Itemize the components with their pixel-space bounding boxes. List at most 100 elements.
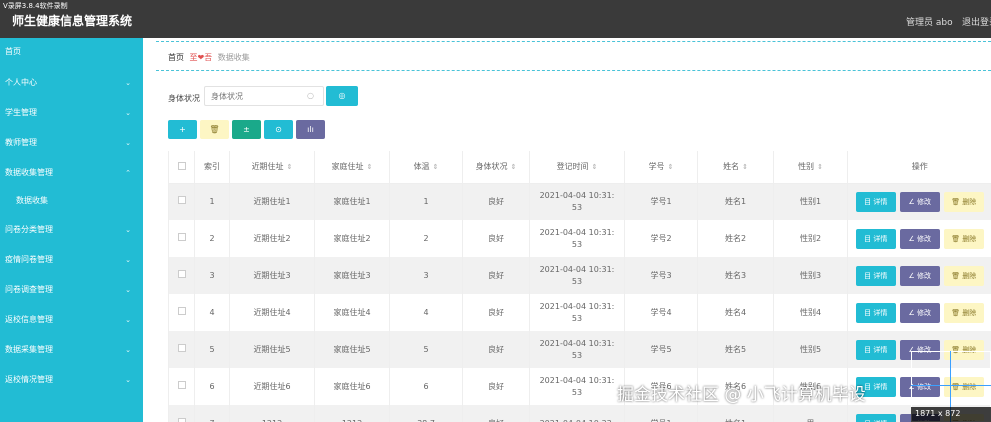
stats-button[interactable]: ılı <box>296 120 325 139</box>
sidebar-item-0[interactable]: 首页 <box>0 41 143 63</box>
cell-time-date: 2021-04-04 10:31: <box>539 301 615 311</box>
detail-button[interactable]: 目 详情 <box>855 339 896 360</box>
cell-recent: 近期住址4 <box>229 294 315 331</box>
column-header-2[interactable]: 家庭住址 ⇕ <box>314 151 390 184</box>
row-select-cell <box>168 183 195 220</box>
sidebar-item-5[interactable]: 数据收集 <box>0 190 143 212</box>
cell-gender: 性别4 <box>773 294 848 331</box>
cell-name: 姓名2 <box>697 220 774 257</box>
column-header-3[interactable]: 体温 ⇕ <box>389 151 463 184</box>
sort-icon[interactable]: ⇕ <box>668 163 674 171</box>
sort-icon[interactable]: ⇕ <box>433 163 439 171</box>
cell-status: 良好 <box>462 405 530 422</box>
sidebar-item-4[interactable]: 数据收集管理 ⌃ <box>0 162 143 184</box>
table-row: 4 近期住址4 家庭住址4 4 良好 2021-04-04 10:31: 53 学号4 姓名4 性… <box>168 294 991 331</box>
sort-icon[interactable]: ⇕ <box>742 163 748 171</box>
cell-time-date: 2021-04-04 10:31: <box>539 264 615 274</box>
detail-button[interactable]: 目 详情 <box>855 228 896 249</box>
sidebar-item-1[interactable]: 个人中心 ⌄ <box>0 72 143 94</box>
row-checkbox[interactable] <box>177 417 186 422</box>
row-checkbox[interactable] <box>177 306 186 315</box>
sidebar-item-label: 教师管理 <box>5 138 37 147</box>
column-header-label: 登记时间 <box>556 162 589 172</box>
cell-actions: 目 详情∠ 修改🗑 删除 <box>847 183 991 220</box>
chevron-down-icon: ⌄ <box>125 286 131 294</box>
cell-temp: 1 <box>389 183 463 220</box>
export-button[interactable]: ± <box>232 120 261 139</box>
search-input[interactable] <box>204 86 324 106</box>
cell-temp: 2 <box>389 220 463 257</box>
table-row: 3 近期住址3 家庭住址3 3 良好 2021-04-04 10:31: 53 学号3 姓名3 性… <box>168 257 991 294</box>
cell-status: 良好 <box>462 183 530 220</box>
row-select-cell <box>168 405 195 422</box>
cell-index: 4 <box>194 294 230 331</box>
delete-button[interactable]: 🗑 删除 <box>943 228 984 249</box>
search-button[interactable]: ◎ <box>326 86 358 106</box>
cell-gender: 男 <box>773 405 848 422</box>
cell-home: 家庭住址6 <box>314 368 390 405</box>
cell-home: 家庭住址1 <box>314 183 390 220</box>
select-all-checkbox[interactable] <box>177 161 186 170</box>
sidebar-item-9[interactable]: 返校信息管理 ⌄ <box>0 309 143 331</box>
cell-time-seconds: 53 <box>571 276 583 286</box>
sort-icon[interactable]: ⇕ <box>511 163 517 171</box>
breadcrumb-home[interactable]: 首页 <box>168 53 184 62</box>
column-header-5[interactable]: 登记时间 ⇕ <box>529 151 625 184</box>
column-header-1[interactable]: 近期住址 ⇕ <box>229 151 315 184</box>
edit-button[interactable]: ∠ 修改 <box>899 265 940 286</box>
sidebar-item-3[interactable]: 教师管理 ⌄ <box>0 132 143 154</box>
column-header-label: 姓名 <box>723 162 740 172</box>
cell-sid: 学号2 <box>624 220 698 257</box>
cell-home: 家庭住址4 <box>314 294 390 331</box>
cell-recent: 近期住址2 <box>229 220 315 257</box>
row-checkbox[interactable] <box>177 380 186 389</box>
delete-button[interactable]: 🗑 删除 <box>943 191 984 212</box>
delete-button[interactable]: 🗑 删除 <box>943 265 984 286</box>
column-header-label: 身体状况 <box>475 162 508 172</box>
edit-button[interactable]: ∠ 修改 <box>899 302 940 323</box>
delete-button[interactable]: 🗑 删除 <box>943 302 984 323</box>
cell-index: 5 <box>194 331 230 368</box>
cell-time-date: 2021-04-04 10:33: <box>530 418 624 422</box>
logout-link[interactable]: 退出登录 <box>962 15 991 28</box>
detail-button[interactable]: 目 详情 <box>855 302 896 323</box>
cell-sid: 学号5 <box>624 331 698 368</box>
sidebar-item-2[interactable]: 学生管理 ⌄ <box>0 102 143 124</box>
sort-icon[interactable]: ⇕ <box>367 163 373 171</box>
sidebar-item-8[interactable]: 问卷调查管理 ⌄ <box>0 279 143 301</box>
detail-button[interactable]: 目 详情 <box>855 265 896 286</box>
batch-delete-button[interactable]: 🗑 <box>200 120 229 139</box>
cell-home: 家庭住址2 <box>314 220 390 257</box>
watermark: 掘金技术社区 @ 小飞计算机毕设 <box>617 385 866 405</box>
row-checkbox[interactable] <box>177 195 186 204</box>
edit-button[interactable]: ∠ 修改 <box>899 191 940 212</box>
sidebar-item-7[interactable]: 疫情问卷管理 ⌄ <box>0 249 143 271</box>
sort-icon[interactable]: ⇕ <box>817 163 823 171</box>
sidebar-item-10[interactable]: 数据采集管理 ⌄ <box>0 339 143 361</box>
column-header-7[interactable]: 姓名 ⇕ <box>697 151 774 184</box>
sidebar-item-6[interactable]: 问卷分类管理 ⌄ <box>0 219 143 241</box>
import-button[interactable]: ⊙ <box>264 120 293 139</box>
detail-button[interactable]: 目 详情 <box>855 191 896 212</box>
row-checkbox[interactable] <box>177 343 186 352</box>
cell-time: 2021-04-04 10:31: 53 <box>529 331 625 368</box>
column-header-8[interactable]: 性别 ⇕ <box>773 151 848 184</box>
sort-icon[interactable]: ⇕ <box>592 163 598 171</box>
column-header-6[interactable]: 学号 ⇕ <box>624 151 698 184</box>
add-button[interactable]: + <box>168 120 197 139</box>
row-checkbox[interactable] <box>177 232 186 241</box>
cell-recent: 近期住址6 <box>229 368 315 405</box>
cell-time-date: 2021-04-04 10:31: <box>539 227 615 237</box>
edit-button[interactable]: ∠ 修改 <box>899 228 940 249</box>
app-title: 师生健康信息管理系统 <box>12 14 133 28</box>
detail-button[interactable]: 目 详情 <box>855 413 896 422</box>
cell-recent: 近期住址1 <box>229 183 315 220</box>
sidebar: 首页 个人中心 ⌄ 学生管理 ⌄ 教师管理 ⌄ 数据收集管理 ⌃ 数据收集 问卷分类管理 ⌄ 疫情问卷管… <box>0 38 143 422</box>
sort-icon[interactable]: ⇕ <box>287 163 293 171</box>
cell-time: 2021-04-04 10:31: 53 <box>529 257 625 294</box>
row-checkbox[interactable] <box>177 269 186 278</box>
chevron-down-icon: ⌄ <box>125 316 131 324</box>
sidebar-item-11[interactable]: 返校情况管理 ⌄ <box>0 369 143 391</box>
cell-temp: 3 <box>389 257 463 294</box>
column-header-4[interactable]: 身体状况 ⇕ <box>462 151 530 184</box>
